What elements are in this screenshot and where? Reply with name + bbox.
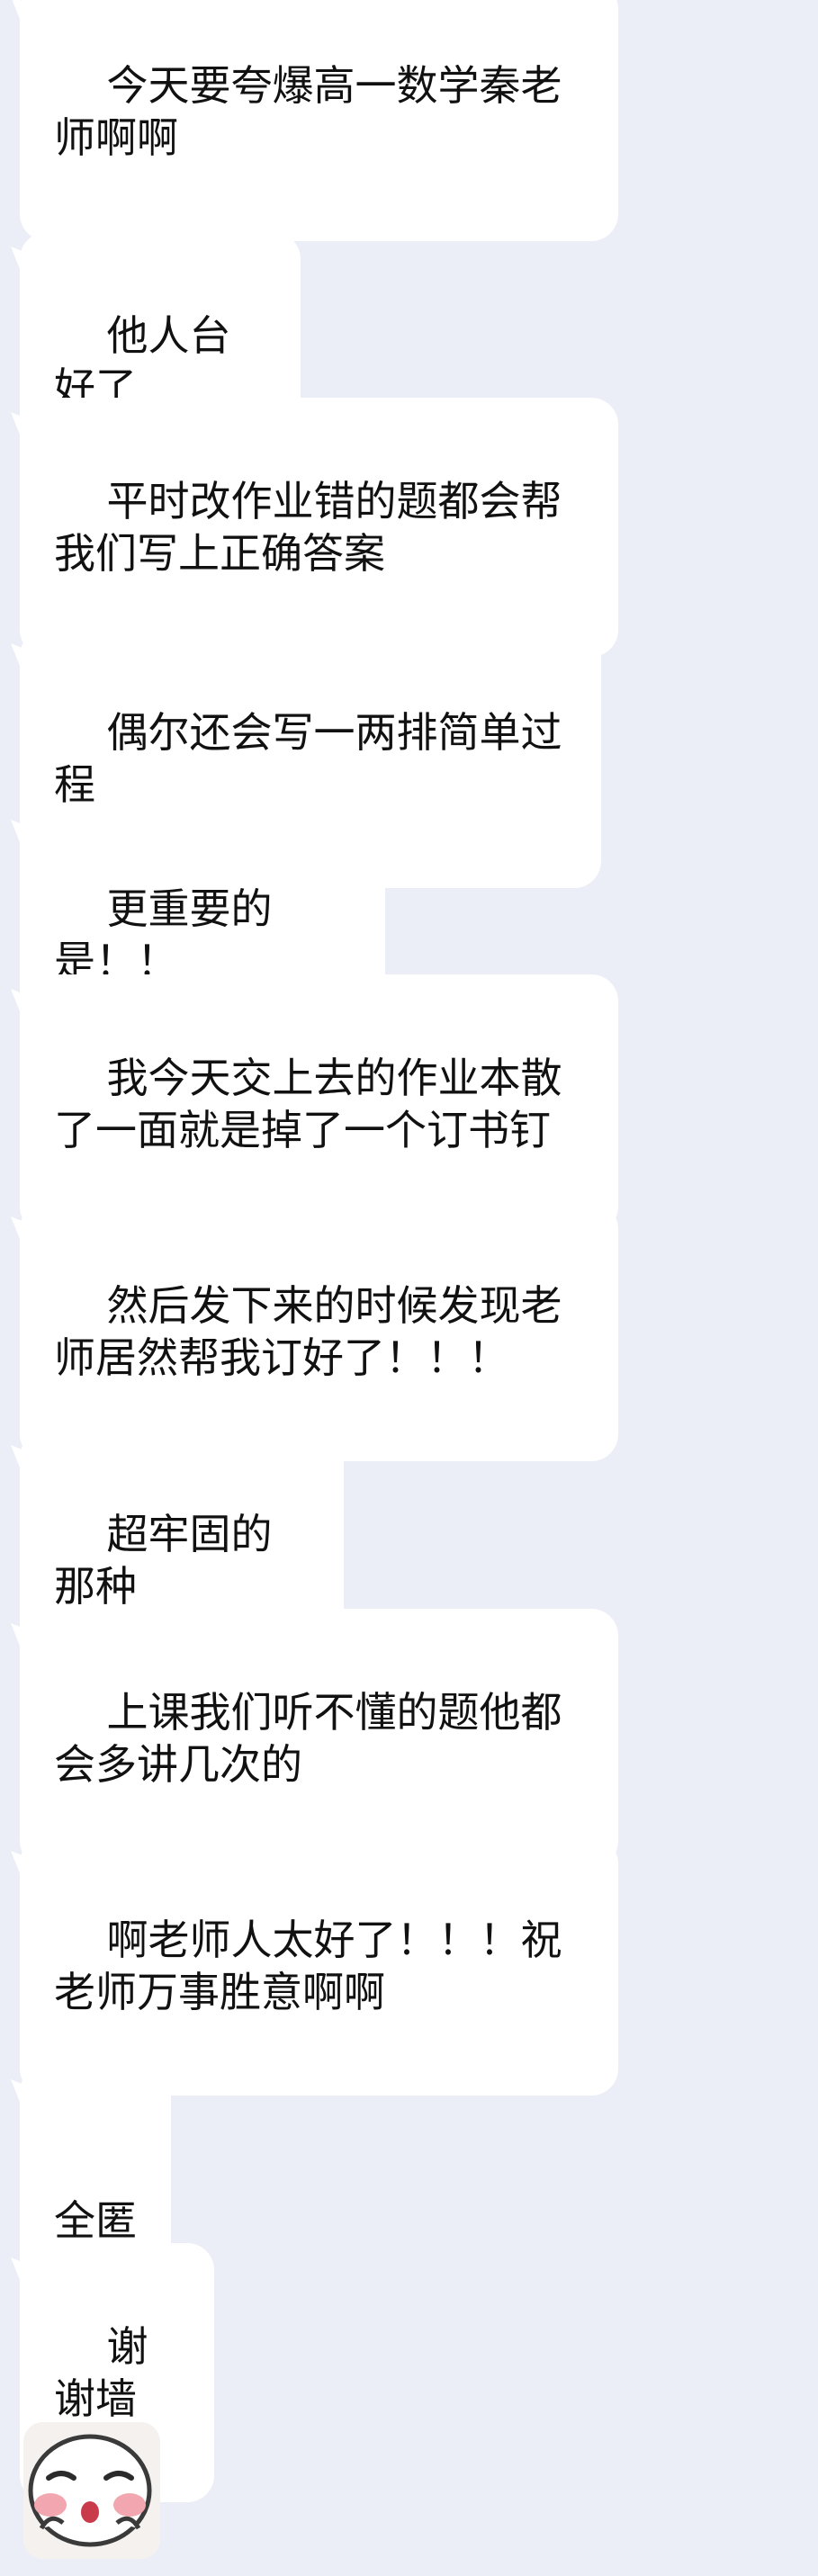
message-text-7: 然后发下来的时候发现老师居然帮我订好了！！！ <box>54 1281 562 1382</box>
message-text-10: 啊老师人太好了！！！祝老师万事胜意啊啊 <box>54 1916 562 2016</box>
cute-blushing-face-sticker-icon <box>23 2422 160 2559</box>
message-text-12: 谢谢墙 <box>54 2322 148 2423</box>
message-text-9: 上课我们听不懂的题他都会多讲几次的 <box>54 1688 562 1789</box>
message-bubble-9[interactable]: 上课我们听不懂的题他都会多讲几次的 <box>20 1609 618 1868</box>
message-text-5: 更重要的是！！ <box>54 884 273 985</box>
sticker-message[interactable] <box>23 2422 160 2559</box>
message-text-6: 我今天交上去的作业本散了一面就是掉了一个订书钉 <box>54 1054 562 1154</box>
message-text-1: 今天要夸爆高一数学秦老师啊啊 <box>54 61 562 162</box>
message-bubble-10[interactable]: 啊老师人太好了！！！祝老师万事胜意啊啊 <box>20 1836 618 2096</box>
message-bubble-6[interactable]: 我今天交上去的作业本散了一面就是掉了一个订书钉 <box>20 974 618 1234</box>
message-bubble-1[interactable]: 今天要夸爆高一数学秦老师啊啊 <box>20 0 618 241</box>
message-text-4: 偶尔还会写一两排简单过程 <box>54 708 562 809</box>
message-bubble-3[interactable]: 平时改作业错的题都会帮我们写上正确答案 <box>20 398 618 657</box>
message-text-3: 平时改作业错的题都会帮我们写上正确答案 <box>54 477 562 578</box>
message-bubble-7[interactable]: 然后发下来的时候发现老师居然帮我订好了！！！ <box>20 1202 618 1461</box>
message-text-8: 超牢固的那种 <box>54 1510 273 1611</box>
message-text-11: 全匿 <box>54 2196 137 2245</box>
